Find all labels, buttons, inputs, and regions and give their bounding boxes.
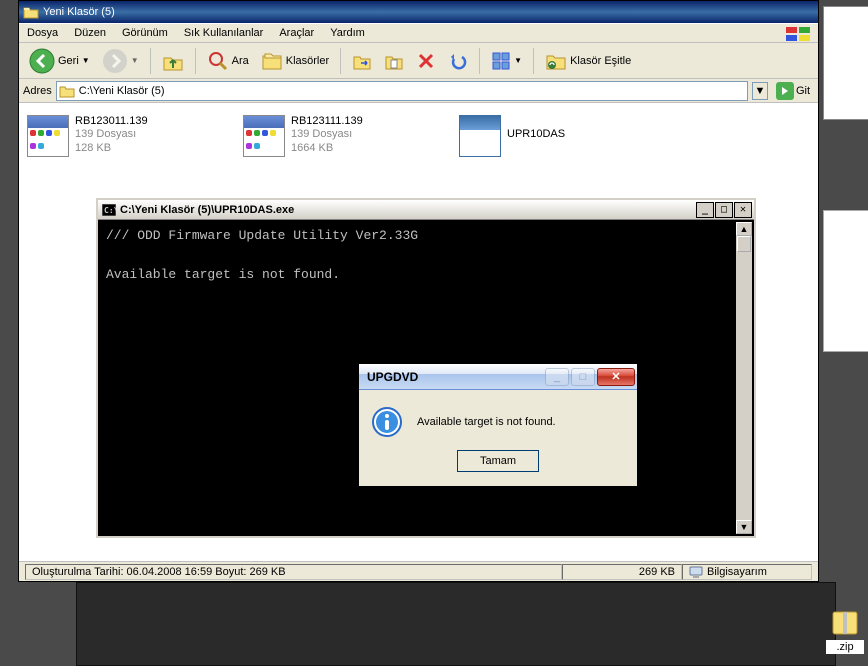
address-label: Adres	[23, 85, 52, 97]
dialog-title: UPGDVD	[367, 370, 545, 384]
move-to-button[interactable]	[348, 49, 376, 73]
up-button[interactable]	[158, 48, 188, 74]
maximize-button: □	[571, 368, 595, 386]
data-file-icon	[243, 115, 285, 157]
folder-icon	[23, 5, 39, 19]
menu-help[interactable]: Yardım	[322, 25, 373, 41]
svg-text:C:\: C:\	[104, 206, 116, 215]
info-icon	[371, 406, 403, 438]
address-input[interactable]: C:\Yeni Klasör (5)	[56, 81, 748, 101]
background-window-fragments	[823, 0, 868, 666]
message-dialog: UPGDVD _ □ ✕ Available target is not fou…	[358, 363, 638, 487]
delete-button[interactable]	[412, 49, 440, 73]
minimize-button: _	[545, 368, 569, 386]
address-path: C:\Yeni Klasör (5)	[75, 85, 165, 97]
file-item[interactable]: UPR10DAS	[457, 113, 667, 173]
status-size: 269 KB	[562, 564, 682, 580]
forward-button[interactable]: ▼	[98, 46, 143, 76]
data-file-icon	[27, 115, 69, 157]
window-title: Yeni Klasör (5)	[43, 6, 115, 18]
undo-button[interactable]	[444, 49, 472, 73]
ok-button[interactable]: Tamam	[457, 450, 539, 472]
console-output: /// ODD Firmware Update Utility Ver2.33G…	[98, 220, 754, 291]
go-button[interactable]: Git	[772, 82, 814, 100]
copy-to-button[interactable]	[380, 49, 408, 73]
toolbar: Geri ▼ ▼ Ara Klasörler ▼ Klasör Eşit	[19, 43, 818, 79]
menu-file[interactable]: Dosya	[19, 25, 66, 41]
console-titlebar[interactable]: C:\ C:\Yeni Klasör (5)\UPR10DAS.exe _ □ …	[98, 200, 754, 220]
console-title: C:\Yeni Klasör (5)\UPR10DAS.exe	[120, 204, 294, 216]
file-pane[interactable]: RB123011.139 139 Dosyası 128 KB RB123111…	[19, 103, 818, 183]
minimize-button[interactable]: _	[696, 202, 714, 218]
console-scrollbar[interactable]: ▲ ▼	[736, 222, 752, 534]
menubar: Dosya Düzen Görünüm Sık Kullanılanlar Ar…	[19, 23, 818, 43]
dialog-titlebar[interactable]: UPGDVD _ □ ✕	[359, 364, 637, 390]
back-button[interactable]: Geri ▼	[25, 46, 94, 76]
address-dropdown[interactable]: ▼	[752, 82, 768, 100]
file-item[interactable]: RB123111.139 139 Dosyası 1664 KB	[241, 113, 451, 173]
close-button[interactable]: ✕	[597, 368, 635, 386]
status-bar: Oluşturulma Tarihi: 06.04.2008 16:59 Boy…	[19, 561, 818, 581]
maximize-button[interactable]: □	[715, 202, 733, 218]
menu-tools[interactable]: Araçlar	[271, 25, 322, 41]
close-button[interactable]: ✕	[734, 202, 752, 218]
dialog-message: Available target is not found.	[417, 416, 556, 428]
menu-favorites[interactable]: Sık Kullanılanlar	[176, 25, 272, 41]
file-item[interactable]: RB123011.139 139 Dosyası 128 KB	[25, 113, 235, 173]
status-info: Oluşturulma Tarihi: 06.04.2008 16:59 Boy…	[25, 564, 562, 580]
titlebar[interactable]: Yeni Klasör (5)	[19, 1, 818, 23]
background-zip-item: .zip	[826, 606, 864, 654]
computer-icon	[689, 565, 703, 579]
search-button[interactable]: Ara	[203, 48, 253, 74]
folder-icon	[59, 84, 75, 98]
address-bar: Adres C:\Yeni Klasör (5) ▼ Git	[19, 79, 818, 103]
exe-file-icon	[459, 115, 501, 157]
console-icon: C:\	[102, 204, 116, 216]
views-button[interactable]: ▼	[487, 49, 526, 73]
folders-button[interactable]: Klasörler	[257, 48, 333, 74]
menu-view[interactable]: Görünüm	[114, 25, 176, 41]
status-location: Bilgisayarım	[682, 564, 812, 580]
background-shadow-panel	[76, 582, 836, 666]
folder-sync-button[interactable]: Klasör Eşitle	[541, 48, 635, 74]
menu-edit[interactable]: Düzen	[66, 25, 114, 41]
windows-flag-icon	[784, 25, 814, 43]
